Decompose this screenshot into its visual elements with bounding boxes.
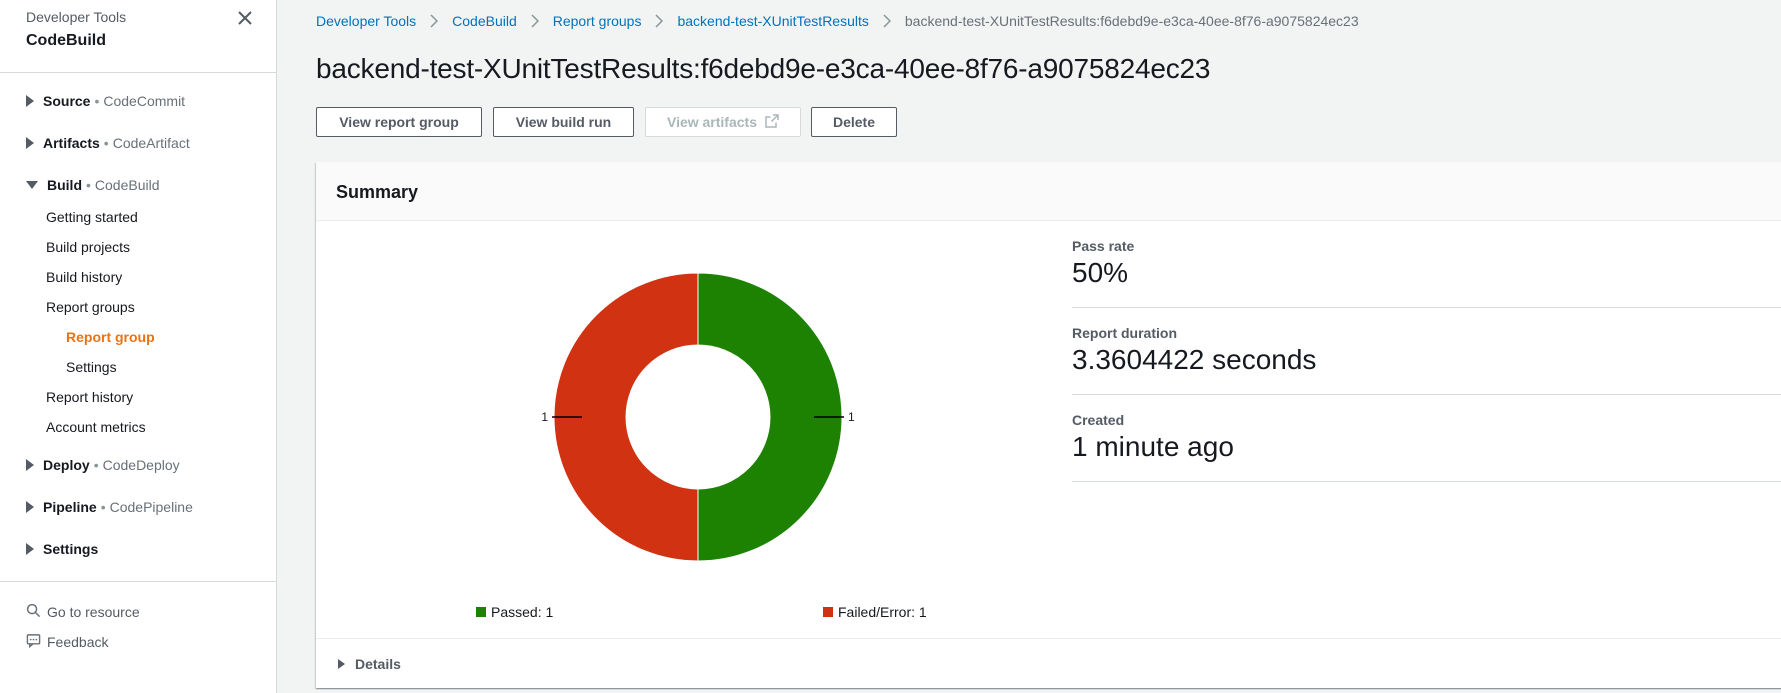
feedback-label: Feedback xyxy=(47,634,109,650)
sidebar-group-settings[interactable]: Settings xyxy=(26,541,98,557)
sidebar-group-service: CodeBuild xyxy=(94,177,160,193)
sidebar-group-label: Build xyxy=(47,177,82,193)
bullet-separator: • xyxy=(100,499,106,515)
page-title: backend-test-XUnitTestResults:f6debd9e-e… xyxy=(316,53,1211,84)
test-results-chart: 11 xyxy=(316,222,1016,642)
caret-right-icon xyxy=(26,543,34,555)
sidebar-group-label: Artifacts xyxy=(43,135,100,151)
bullet-separator: • xyxy=(94,93,100,109)
sidebar-item-report-groups[interactable]: Report groups xyxy=(46,299,135,315)
bullet-separator: • xyxy=(103,135,109,151)
breadcrumb-report-group[interactable]: backend-test-XUnitTestResults xyxy=(677,13,868,29)
sidebar: Developer Tools CodeBuild Source • CodeC… xyxy=(0,0,277,693)
bullet-separator: • xyxy=(93,457,99,473)
caret-down-icon xyxy=(26,181,38,189)
slice-value-label: 1 xyxy=(541,410,548,424)
report-duration-field: Report duration 3.3604422 seconds xyxy=(1072,325,1781,395)
bullet-separator: • xyxy=(86,177,91,193)
sidebar-group-service: CodePipeline xyxy=(109,499,193,515)
sidebar-service-name: Developer Tools xyxy=(26,9,127,25)
sidebar-item-getting-started[interactable]: Getting started xyxy=(46,209,138,225)
sidebar-item-report-group-settings[interactable]: Settings xyxy=(66,359,117,375)
caret-right-icon xyxy=(26,501,34,513)
sidebar-item-build-projects[interactable]: Build projects xyxy=(46,239,130,255)
slice-value-label: 1 xyxy=(848,410,855,424)
sidebar-group-source[interactable]: Source • CodeCommit xyxy=(26,93,185,109)
view-artifacts-button[interactable]: View artifacts xyxy=(645,107,801,137)
caret-right-icon xyxy=(26,137,34,149)
feedback-link[interactable]: Feedback xyxy=(26,633,108,651)
go-to-resource-label: Go to resource xyxy=(47,604,140,620)
feedback-icon xyxy=(26,633,47,651)
chevron-right-icon xyxy=(883,14,891,28)
sidebar-title[interactable]: CodeBuild xyxy=(26,32,126,50)
caret-right-icon xyxy=(26,95,34,107)
chevron-right-icon xyxy=(430,14,439,28)
details-label: Details xyxy=(355,655,401,672)
sidebar-group-label: Deploy xyxy=(43,457,90,473)
legend-label-failed: Failed/Error: 1 xyxy=(838,604,927,620)
breadcrumb-current: backend-test-XUnitTestResults:f6debd9e-e… xyxy=(904,13,1359,29)
breadcrumb-codebuild[interactable]: CodeBuild xyxy=(452,13,517,29)
breadcrumb-report-groups[interactable]: Report groups xyxy=(553,13,642,29)
sidebar-group-service: CodeCommit xyxy=(103,93,186,109)
view-artifacts-label: View artifacts xyxy=(666,114,757,130)
sidebar-group-build[interactable]: Build • CodeBuild xyxy=(26,177,160,193)
external-link-icon xyxy=(757,113,779,131)
pass-rate-field: Pass rate 50% xyxy=(1072,238,1781,308)
chevron-right-icon xyxy=(655,14,664,28)
sidebar-divider xyxy=(0,72,276,73)
pass-rate-label: Pass rate xyxy=(1072,238,1135,254)
caret-right-icon xyxy=(26,459,34,471)
pass-rate-value: 50% xyxy=(1072,257,1129,288)
search-icon xyxy=(26,603,47,621)
report-duration-value: 3.3604422 seconds xyxy=(1072,344,1317,375)
sidebar-item-report-history[interactable]: Report history xyxy=(46,389,133,405)
legend-item-passed: Passed: 1 xyxy=(476,604,553,620)
legend-swatch-failed xyxy=(823,607,833,617)
created-value: 1 minute ago xyxy=(1072,431,1234,462)
sidebar-item-account-metrics[interactable]: Account metrics xyxy=(46,419,146,435)
sidebar-divider xyxy=(0,581,276,582)
legend-swatch-passed xyxy=(476,607,486,617)
breadcrumb-developer-tools[interactable]: Developer Tools xyxy=(316,13,416,29)
sidebar-group-pipeline[interactable]: Pipeline • CodePipeline xyxy=(26,499,193,515)
details-expander[interactable]: Details xyxy=(316,638,1781,688)
summary-title: Summary xyxy=(336,182,419,202)
view-build-run-button[interactable]: View build run xyxy=(493,107,634,137)
sidebar-group-label: Settings xyxy=(43,541,99,557)
chevron-right-icon xyxy=(531,14,539,28)
breadcrumb: Developer Tools CodeBuild Report groups … xyxy=(316,13,1359,29)
view-report-group-button[interactable]: View report group xyxy=(316,107,482,137)
summary-panel-header: Summary xyxy=(316,162,1781,221)
created-label: Created xyxy=(1072,412,1125,428)
legend-label-passed: Passed: 1 xyxy=(491,604,554,620)
delete-button[interactable]: Delete xyxy=(811,107,897,137)
sidebar-group-label: Source xyxy=(43,93,91,109)
sidebar-group-service: CodeArtifact xyxy=(112,135,190,151)
sidebar-group-artifacts[interactable]: Artifacts • CodeArtifact xyxy=(26,135,190,151)
report-duration-label: Report duration xyxy=(1072,325,1177,341)
sidebar-item-report-group[interactable]: Report group xyxy=(66,329,155,345)
sidebar-item-build-history[interactable]: Build history xyxy=(46,269,122,285)
go-to-resource-link[interactable]: Go to resource xyxy=(26,603,140,621)
close-icon[interactable] xyxy=(235,8,255,28)
sidebar-group-label: Pipeline xyxy=(43,499,97,515)
legend-item-failed: Failed/Error: 1 xyxy=(823,604,927,620)
summary-panel: Summary 11 Passed: 1 Failed/Error: 1 Pas… xyxy=(316,162,1781,688)
sidebar-group-deploy[interactable]: Deploy • CodeDeploy xyxy=(26,457,180,473)
created-field: Created 1 minute ago xyxy=(1072,412,1781,482)
caret-right-icon xyxy=(338,658,345,669)
sidebar-header: Developer Tools CodeBuild xyxy=(26,8,126,50)
sidebar-group-service: CodeDeploy xyxy=(102,457,180,473)
donut-chart: 11 xyxy=(541,272,855,562)
